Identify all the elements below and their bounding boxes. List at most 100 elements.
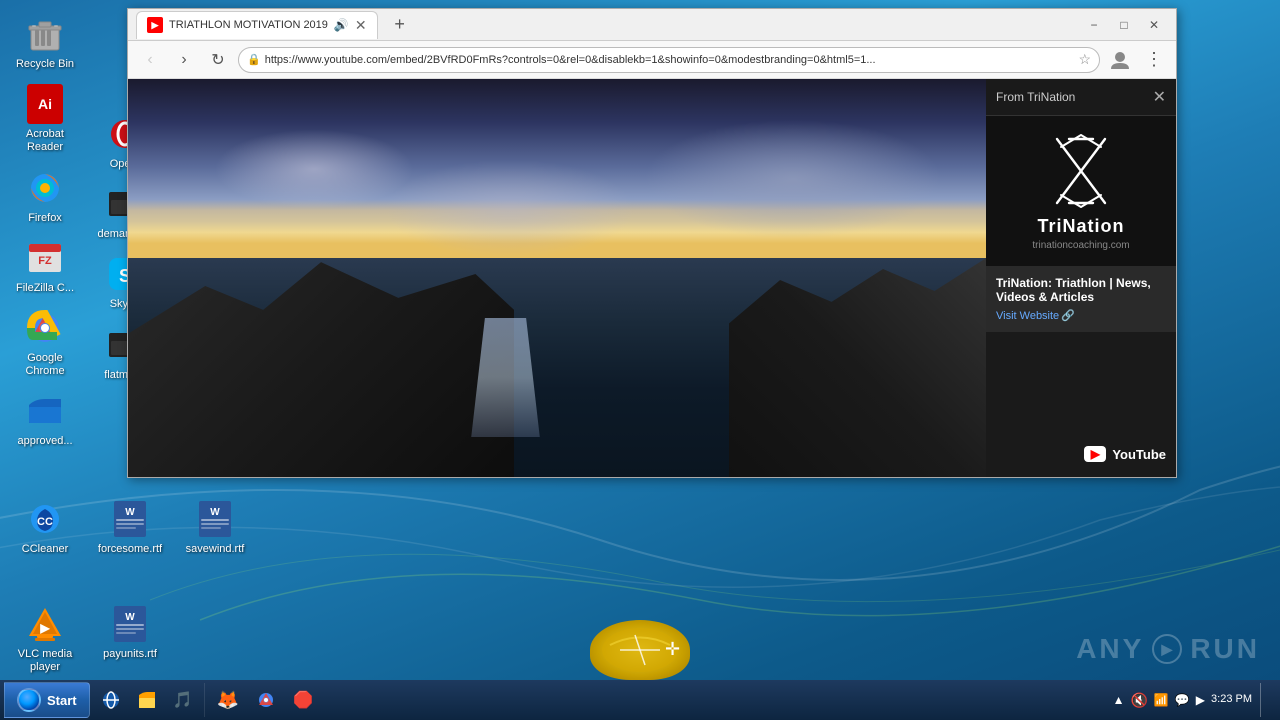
video-scene [128,79,986,477]
browser-toolbar: ‹ › ↻ 🔒 https://www.youtube.com/embed/2B… [128,41,1176,79]
tab-youtube-favicon: ▶ [147,17,163,33]
minimize-button[interactable]: − [1080,14,1108,36]
cloud-3 [385,159,635,259]
balloon-svg [600,625,680,675]
reload-button[interactable]: ↻ [204,46,232,74]
recycle-bin-icon [25,14,65,54]
ccleaner-label: CCleaner [22,543,68,556]
desktop-icon-firefox[interactable]: Firefox [5,164,85,229]
desktop: ANY ▶ RUN Recycle Bin [0,0,1280,720]
cloud-2 [643,119,943,239]
cloud-1 [214,129,414,209]
taskbar-stop-item[interactable]: 🛑 [285,683,321,717]
trination-name: TriNation [1037,216,1124,237]
maximize-button[interactable]: □ [1110,14,1138,36]
svg-text:CC: CC [37,516,53,528]
forcesome-label: forcesome.rtf [98,543,162,556]
system-tray: ▲ 🔇 📶 💬 ▶ 3:23 PM [1105,683,1276,717]
trinaton-visit-link[interactable]: Visit Website 🔗 [996,309,1166,322]
desktop-icon-savewind[interactable]: W savewind.rtf [175,495,255,560]
window-controls: − □ ✕ [1080,14,1168,36]
video-area[interactable] [128,79,986,477]
chrome-label: Google Chrome [9,352,81,378]
from-trination-label: From TriNation [996,90,1075,104]
panel-close-button[interactable]: ✕ [1153,87,1166,107]
address-bar[interactable]: 🔒 https://www.youtube.com/embed/2BVfRD0F… [238,47,1100,73]
system-clock[interactable]: 3:23 PM [1211,692,1252,707]
payunits-icon: W [110,604,150,644]
firefox-label: Firefox [28,212,62,225]
taskbar-explorer-button[interactable] [130,683,164,717]
filezilla-label: FileZilla C... [16,282,74,295]
trinaton-info-title: TriNation: Triathlon | News, Videos & Ar… [996,276,1166,304]
desktop-icon-forcesome[interactable]: W forcesome.rtf [90,495,170,560]
trination-logo-svg [1041,131,1121,211]
vlc-icon: ▶ [25,604,65,644]
browser-menu-button[interactable]: ⋮ [1140,46,1168,74]
payunits-label: payunits.rtf [103,648,157,661]
show-desktop-button[interactable] [1260,683,1268,717]
approved-icon [25,391,65,431]
tray-icons: 🔇 📶 💬 ▶ [1130,692,1205,709]
acrobat-icon: Ai [25,84,65,124]
svg-text:FZ: FZ [38,255,52,267]
taskbar-open-windows: 🦊 🛑 [209,683,1105,717]
taskbar: Start 🎵 🦊 [0,680,1280,720]
lock-icon: 🔒 [247,53,261,66]
trination-logo-area: TriNation trinationcoaching.com [986,116,1176,266]
trination-panel: From TriNation ✕ [986,79,1176,477]
acrobat-label: Acrobat Reader [9,128,81,154]
tray-volume-icon[interactable]: 🔇 [1130,692,1147,709]
desktop-icon-vlc[interactable]: ▶ VLC media player [5,600,85,678]
youtube-label: YouTube [1112,447,1166,462]
tab-close-button[interactable]: ✕ [355,18,367,32]
start-button[interactable]: Start [4,682,90,718]
filezilla-icon: FZ [25,238,65,278]
new-tab-button[interactable]: + [386,11,414,39]
browser-window: ▶ TRIATHLON MOTIVATION 2019 🔊 ✕ + − □ ✕ … [127,8,1177,478]
anyrun-play-icon: ▶ [1152,634,1182,664]
approved-label: approved... [17,435,72,448]
desktop-icon-recycle-bin[interactable]: Recycle Bin [5,10,85,75]
balloon-decoration [590,620,690,680]
tray-expand-button[interactable]: ▲ [1113,693,1125,707]
taskbar-media-button[interactable]: 🎵 [166,683,200,717]
address-url: https://www.youtube.com/embed/2BVfRD0FmR… [265,54,1075,66]
back-button[interactable]: ‹ [136,46,164,74]
browser-tabbar: ▶ TRIATHLON MOTIVATION 2019 🔊 ✕ + − □ ✕ [128,9,1176,41]
external-link-icon: 🔗 [1061,309,1075,322]
desktop-icon-chrome[interactable]: Google Chrome [5,304,85,382]
recycle-bin-label: Recycle Bin [16,58,74,71]
desktop-icon-approved[interactable]: approved... [5,387,85,452]
desktop-icon-ccleaner[interactable]: CC CCleaner [5,495,85,560]
taskbar-chrome-item[interactable] [249,683,283,717]
tab-audio-icon: 🔊 [334,18,349,32]
taskbar-ie-button[interactable] [94,683,128,717]
anyrun-watermark: ANY ▶ RUN [1076,633,1260,665]
close-button[interactable]: ✕ [1140,14,1168,36]
tray-action-icon[interactable]: ▶ [1196,693,1205,707]
svg-text:W: W [125,612,135,623]
ccleaner-icon: CC [25,499,65,539]
panel-header: From TriNation ✕ [986,79,1176,116]
youtube-logo-icon: ▶ [1084,446,1106,462]
vlc-label: VLC media player [9,648,81,674]
tab-title: TRIATHLON MOTIVATION 2019 [169,19,328,31]
tray-network-icon[interactable]: 📶 [1154,693,1169,707]
forcesome-icon: W [110,499,150,539]
tray-message-icon[interactable]: 💬 [1175,693,1190,707]
desktop-icon-payunits[interactable]: W payunits.rtf [90,600,170,678]
desktop-icon-filezilla[interactable]: FZ FileZilla C... [5,234,85,299]
taskbar-firefox-icon: 🦊 [217,690,239,711]
start-orb-icon [17,688,41,712]
youtube-watermark: ▶ YouTube [1084,446,1166,462]
forward-button[interactable]: › [170,46,198,74]
browser-tab-active[interactable]: ▶ TRIATHLON MOTIVATION 2019 🔊 ✕ [136,11,378,39]
firefox-icon [25,168,65,208]
trination-url: trinationcoaching.com [1032,240,1129,251]
svg-text:W: W [210,507,220,518]
bookmark-star-icon[interactable]: ☆ [1078,51,1091,68]
taskbar-firefox-item[interactable]: 🦊 [209,683,247,717]
desktop-icon-acrobat[interactable]: Ai Acrobat Reader [5,80,85,158]
profile-button[interactable] [1106,46,1134,74]
